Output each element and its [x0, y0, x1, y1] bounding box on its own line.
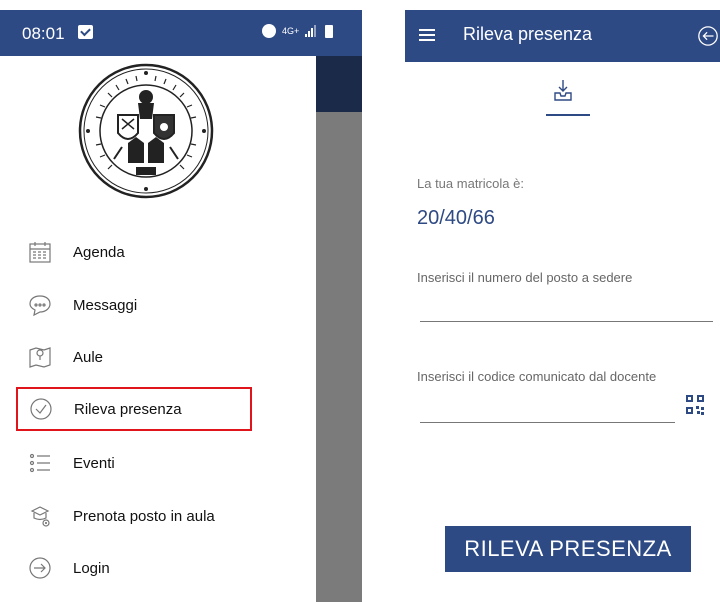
tab-check-in-icon[interactable] [551, 78, 575, 104]
menu-item-label: Login [73, 559, 110, 577]
matricola-value: 20/40/66 [417, 207, 495, 229]
tab-indicator [546, 114, 590, 116]
book-seat-icon [30, 506, 50, 527]
code-input[interactable] [420, 422, 675, 423]
menu-item-label: Rileva presenza [74, 400, 182, 418]
university-seal-logo [78, 63, 214, 199]
alarm-icon [262, 24, 276, 38]
menu-item-label: Messaggi [73, 296, 138, 314]
status-bar: 08:01 4G+ [0, 10, 362, 56]
scrim-overlay[interactable] [316, 56, 362, 602]
battery-icon [325, 24, 334, 38]
app-bar: Rileva presenza [405, 10, 720, 62]
network-type: 4G+ [282, 25, 300, 36]
login-arrow-icon [29, 557, 51, 579]
rileva-presenza-button[interactable]: RILEVA PRESENZA [445, 526, 691, 572]
check-circle-icon [30, 398, 52, 420]
qr-code-icon[interactable] [685, 394, 705, 416]
chat-bubble-icon [29, 295, 51, 317]
scrim-appbar [316, 56, 362, 112]
logout-icon[interactable] [697, 25, 719, 47]
status-time: 08:01 [22, 24, 65, 43]
navigation-drawer-screen: 08:01 4G+ Agenda Messaggi Aule Rileva pr… [0, 0, 362, 602]
status-icons: 4G+ [262, 24, 334, 38]
rileva-presenza-screen: Rileva presenza La tua matricola è: 20/4… [405, 0, 720, 602]
menu-item-aule[interactable]: Aule [18, 335, 318, 379]
seat-number-label: Inserisci il numero del posto a sedere [417, 270, 633, 285]
notification-icon [78, 25, 93, 39]
menu-item-agenda[interactable]: Agenda [18, 230, 318, 274]
seat-number-input[interactable] [420, 321, 713, 322]
menu-item-label: Aule [73, 348, 104, 366]
menu-item-rileva-presenza[interactable]: Rileva presenza [16, 387, 252, 431]
menu-item-label: Prenota posto in aula [73, 507, 215, 525]
menu-item-messaggi[interactable]: Messaggi [18, 283, 318, 327]
page-title: Rileva presenza [463, 24, 593, 44]
menu-item-login[interactable]: Login [18, 546, 318, 590]
code-label: Inserisci il codice comunicato dal docen… [417, 369, 657, 384]
calendar-icon [29, 242, 51, 263]
menu-item-label: Agenda [73, 243, 125, 261]
list-icon [29, 453, 50, 473]
menu-item-eventi[interactable]: Eventi [18, 441, 318, 485]
signal-icon [305, 25, 319, 37]
menu-item-label: Eventi [73, 454, 115, 472]
matricola-label: La tua matricola è: [417, 176, 524, 191]
menu-item-prenota-posto[interactable]: Prenota posto in aula [18, 494, 318, 538]
hamburger-menu-icon[interactable] [419, 29, 435, 41]
map-pin-icon [29, 347, 51, 368]
